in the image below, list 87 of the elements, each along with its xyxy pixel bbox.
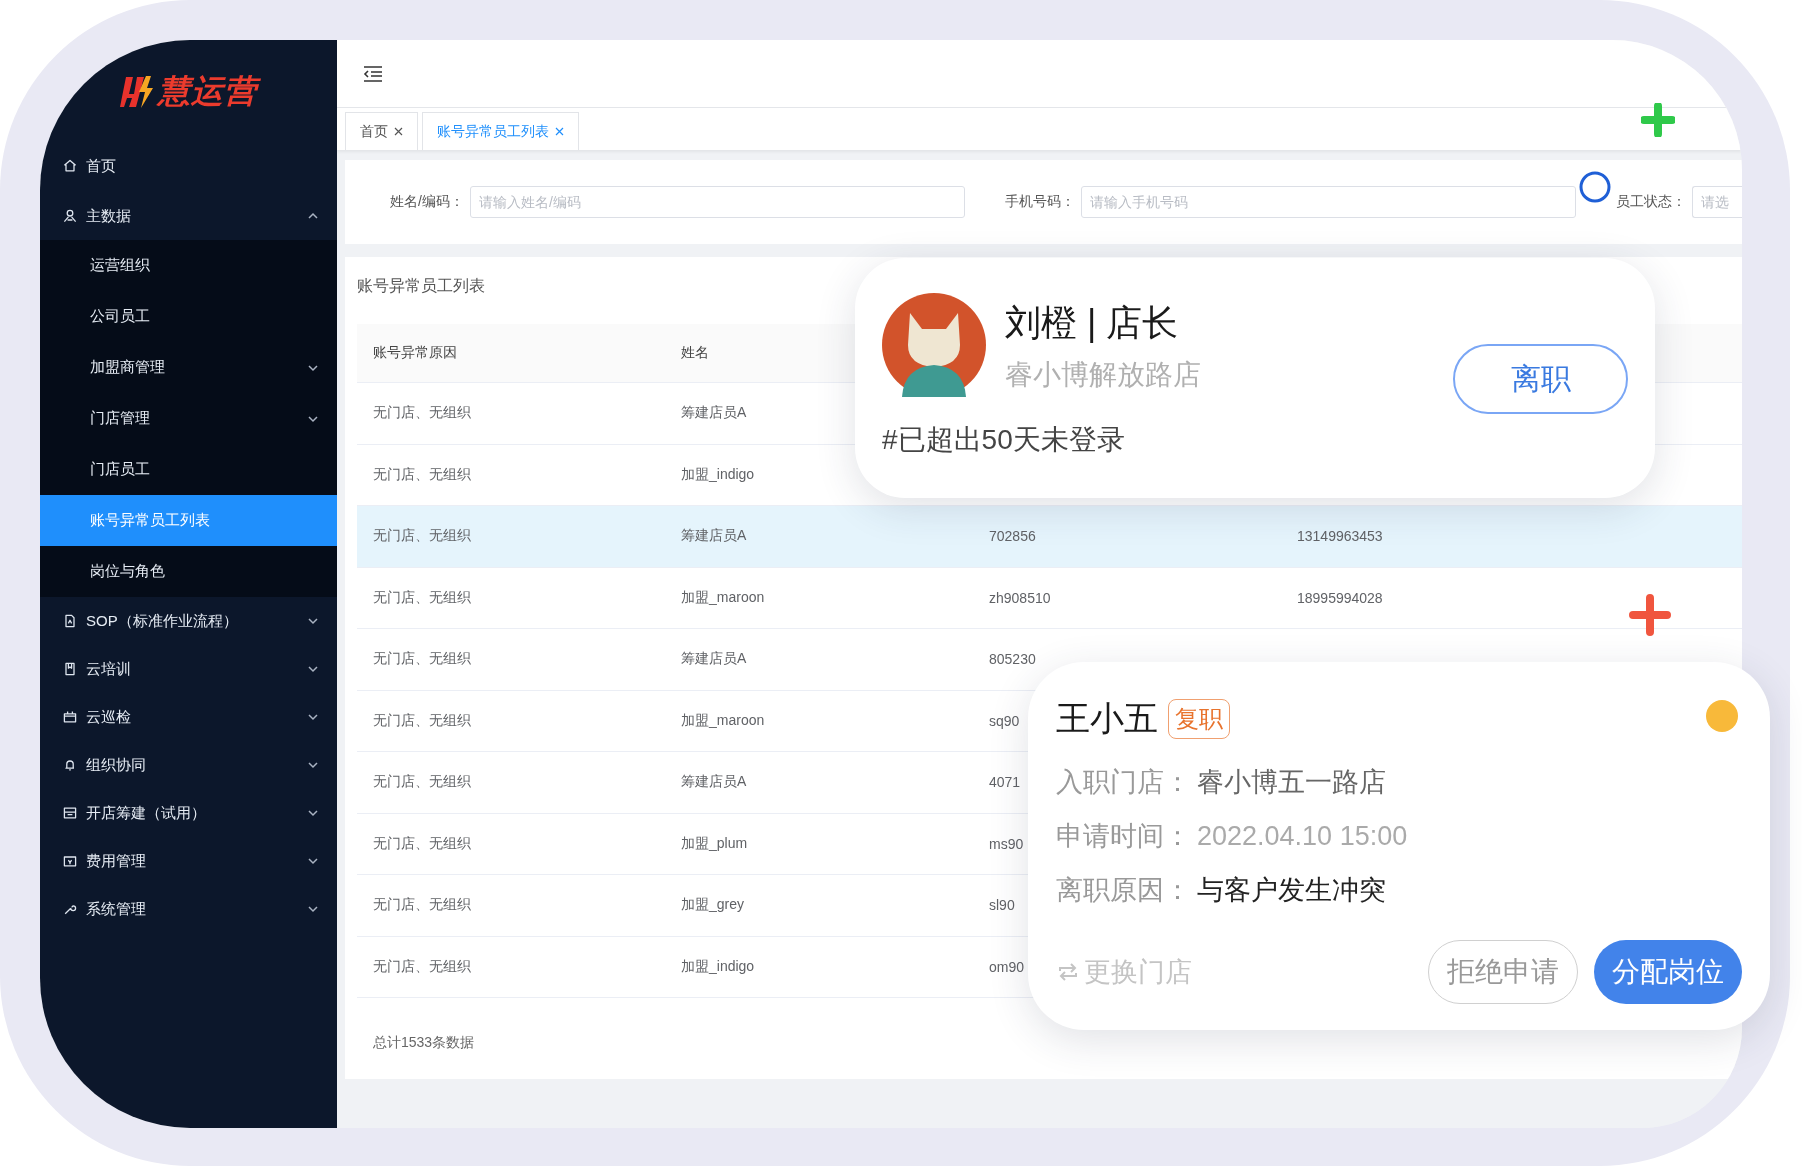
filter-label: 员工状态： xyxy=(1615,193,1686,211)
table-cell: 无门店、无组织 xyxy=(373,896,471,913)
nav-item[interactable]: 组织协同 xyxy=(40,741,337,789)
menu-item-icon xyxy=(62,853,78,869)
record-count: 总计1533条数据 xyxy=(372,1034,476,1052)
table-row[interactable]: 无门店、无组织 加盟_maroon zh908510 18995994028 xyxy=(357,567,1742,629)
nav-item[interactable]: 加盟商管理 xyxy=(40,342,337,393)
table-cell: om90 xyxy=(989,958,1025,975)
column-header: 姓名 xyxy=(680,344,710,362)
nav-item[interactable]: SOP（标准作业流程） xyxy=(40,597,337,645)
table-cell: 13149963453 xyxy=(1297,528,1383,545)
plus-icon xyxy=(1629,594,1671,636)
nav-item[interactable]: 开店筹建（试用） xyxy=(40,789,337,837)
table-cell: 筹建店员A xyxy=(681,527,747,544)
nav-item[interactable]: 主数据 xyxy=(40,192,337,240)
table-cell: 加盟_plum xyxy=(681,834,748,851)
menu-item-icon xyxy=(62,613,78,629)
input-field[interactable]: 请选 xyxy=(1691,186,1742,218)
table-cell: 加盟_indigo xyxy=(681,957,755,974)
nav-item[interactable]: 门店管理 xyxy=(40,393,337,444)
plus-icon xyxy=(1641,103,1675,137)
profile-note: #已超出50天未登录 xyxy=(882,423,1125,457)
store-name: 睿小博解放路店 xyxy=(1005,358,1201,392)
table-cell: 加盟_maroon xyxy=(681,711,765,728)
field-label: 申请时间： xyxy=(1056,820,1191,853)
table-cell: zh908510 xyxy=(989,589,1051,606)
menu-item-icon xyxy=(62,158,78,174)
table-row[interactable]: 无门店、无组织 筹建店员A 702856 13149963453 xyxy=(357,506,1742,568)
menu-item-icon xyxy=(62,805,78,821)
table-cell: 无门店、无组织 xyxy=(373,527,471,544)
table-cell: ms90 xyxy=(989,835,1024,852)
table-cell: 无门店、无组织 xyxy=(373,957,471,974)
nav-item[interactable]: 公司员工 xyxy=(40,291,337,342)
table-cell: 加盟_maroon xyxy=(681,588,765,605)
table-cell: 无门店、无组织 xyxy=(373,404,471,421)
table-cell: sq90 xyxy=(989,712,1020,729)
table-cell: 无门店、无组织 xyxy=(373,465,471,482)
nav-item[interactable]: 运营组织 xyxy=(40,240,337,291)
logo-icon xyxy=(120,74,154,110)
close-icon[interactable] xyxy=(394,127,403,136)
table-cell: 无门店、无组织 xyxy=(373,834,471,851)
nav-item[interactable]: 岗位与角色 xyxy=(40,546,337,597)
table-cell: 筹建店员A xyxy=(681,773,747,790)
table-cell: 4071 xyxy=(989,774,1021,791)
table-cell: 702856 xyxy=(989,528,1036,545)
circle-icon xyxy=(1578,170,1612,204)
field-label: 入职门店： xyxy=(1056,766,1191,799)
menu-item-icon xyxy=(62,661,78,677)
applicant-name: 王小五 xyxy=(1056,698,1158,739)
close-icon[interactable] xyxy=(555,127,564,136)
nav-item[interactable]: 云培训 xyxy=(40,645,337,693)
profile-name: 刘橙 | 店长 xyxy=(1005,301,1180,345)
table-cell: 18995994028 xyxy=(1297,589,1383,606)
status-tag: 复职 xyxy=(1168,699,1230,739)
nav-item[interactable]: 系统管理 xyxy=(40,885,337,933)
menu-fold-icon[interactable] xyxy=(363,64,383,83)
field-value: 睿小博五一路店 xyxy=(1197,766,1386,799)
table-cell: 筹建店员A xyxy=(681,404,747,421)
resign-button[interactable]: 离职 xyxy=(1453,344,1628,414)
filter-label: 姓名/编码： xyxy=(390,193,464,211)
table-cell: 无门店、无组织 xyxy=(373,650,471,667)
table-cell: 无门店、无组织 xyxy=(373,711,471,728)
tab[interactable]: 首页 xyxy=(345,112,418,150)
table-cell: 加盟_indigo xyxy=(681,465,755,482)
avatar-icon xyxy=(882,293,986,397)
nav-item[interactable]: 首页 xyxy=(40,140,337,192)
nav-item[interactable]: 门店员工 xyxy=(40,444,337,495)
table-cell: sl90 xyxy=(989,897,1015,914)
field-value: 2022.04.10 15:00 xyxy=(1197,820,1408,853)
table-cell: 805230 xyxy=(989,651,1036,668)
status-dot xyxy=(1706,700,1738,732)
menu-item-icon xyxy=(62,208,78,224)
column-header: 账号异常原因 xyxy=(372,344,458,362)
table-cell: 无门店、无组织 xyxy=(373,588,471,605)
nav-item[interactable]: 云巡检 xyxy=(40,693,337,741)
table-cell: 筹建店员A xyxy=(681,650,747,667)
nav-item[interactable]: 费用管理 xyxy=(40,837,337,885)
filter-label: 手机号码： xyxy=(1004,193,1075,211)
action-button[interactable]: 分配岗位 xyxy=(1594,940,1742,1004)
table-cell: 无门店、无组织 xyxy=(373,773,471,790)
input-field[interactable]: 请输入姓名/编码 xyxy=(469,186,965,218)
input-field[interactable]: 请输入手机号码 xyxy=(1080,186,1576,218)
field-value: 与客户发生冲突 xyxy=(1197,874,1386,907)
table-cell: 加盟_grey xyxy=(681,896,745,913)
field-label: 离职原因： xyxy=(1056,874,1191,907)
table-title: 账号异常员工列表 xyxy=(357,276,486,296)
menu-item-icon xyxy=(62,709,78,725)
